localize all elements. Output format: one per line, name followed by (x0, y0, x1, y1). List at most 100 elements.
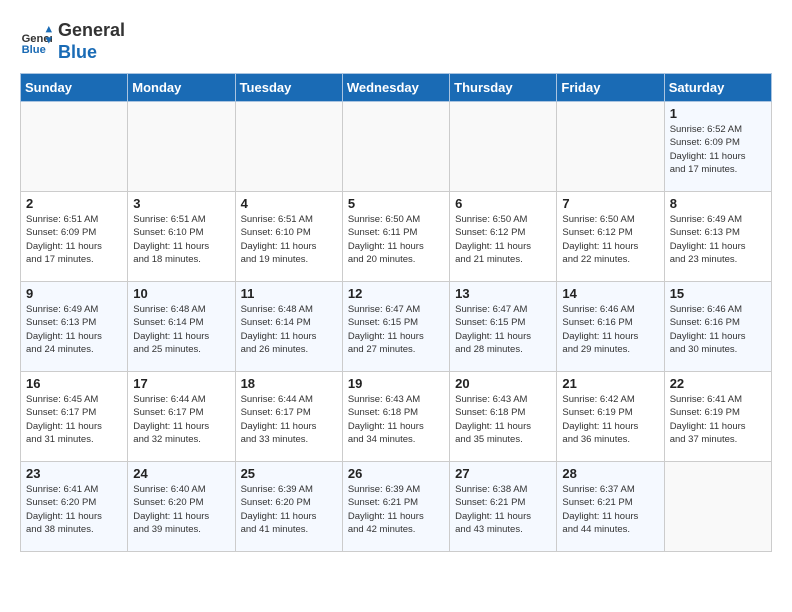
day-number: 16 (26, 376, 122, 391)
day-info: Sunrise: 6:45 AM Sunset: 6:17 PM Dayligh… (26, 393, 122, 446)
calendar-cell: 24 Sunrise: 6:40 AM Sunset: 6:20 PM Dayli… (128, 462, 235, 552)
calendar-cell: 17 Sunrise: 6:44 AM Sunset: 6:17 PM Dayli… (128, 372, 235, 462)
calendar-cell (128, 102, 235, 192)
day-number: 27 (455, 466, 551, 481)
calendar-cell: 14 Sunrise: 6:46 AM Sunset: 6:16 PM Dayli… (557, 282, 664, 372)
calendar-cell (235, 102, 342, 192)
day-number: 15 (670, 286, 766, 301)
day-info: Sunrise: 6:51 AM Sunset: 6:09 PM Dayligh… (26, 213, 122, 266)
calendar-cell: 7 Sunrise: 6:50 AM Sunset: 6:12 PM Daylig… (557, 192, 664, 282)
calendar-cell: 21 Sunrise: 6:42 AM Sunset: 6:19 PM Dayli… (557, 372, 664, 462)
day-number: 7 (562, 196, 658, 211)
day-info: Sunrise: 6:50 AM Sunset: 6:12 PM Dayligh… (455, 213, 551, 266)
calendar-cell (21, 102, 128, 192)
day-number: 13 (455, 286, 551, 301)
day-number: 11 (241, 286, 337, 301)
day-info: Sunrise: 6:37 AM Sunset: 6:21 PM Dayligh… (562, 483, 658, 536)
header-day-friday: Friday (557, 74, 664, 102)
day-info: Sunrise: 6:51 AM Sunset: 6:10 PM Dayligh… (241, 213, 337, 266)
day-number: 1 (670, 106, 766, 121)
calendar-cell (450, 102, 557, 192)
calendar-cell: 23 Sunrise: 6:41 AM Sunset: 6:20 PM Dayli… (21, 462, 128, 552)
calendar-cell: 5 Sunrise: 6:50 AM Sunset: 6:11 PM Daylig… (342, 192, 449, 282)
day-info: Sunrise: 6:41 AM Sunset: 6:20 PM Dayligh… (26, 483, 122, 536)
calendar-week-0: 1 Sunrise: 6:52 AM Sunset: 6:09 PM Daylig… (21, 102, 772, 192)
calendar-cell (664, 462, 771, 552)
calendar-cell: 18 Sunrise: 6:44 AM Sunset: 6:17 PM Dayli… (235, 372, 342, 462)
day-info: Sunrise: 6:50 AM Sunset: 6:11 PM Dayligh… (348, 213, 444, 266)
day-number: 9 (26, 286, 122, 301)
day-number: 6 (455, 196, 551, 211)
calendar-cell: 3 Sunrise: 6:51 AM Sunset: 6:10 PM Daylig… (128, 192, 235, 282)
day-number: 26 (348, 466, 444, 481)
day-info: Sunrise: 6:47 AM Sunset: 6:15 PM Dayligh… (348, 303, 444, 356)
calendar-cell (342, 102, 449, 192)
calendar-cell: 12 Sunrise: 6:47 AM Sunset: 6:15 PM Dayli… (342, 282, 449, 372)
calendar-table: SundayMondayTuesdayWednesdayThursdayFrid… (20, 73, 772, 552)
calendar-cell: 25 Sunrise: 6:39 AM Sunset: 6:20 PM Dayli… (235, 462, 342, 552)
header-day-monday: Monday (128, 74, 235, 102)
day-number: 14 (562, 286, 658, 301)
header-day-tuesday: Tuesday (235, 74, 342, 102)
day-number: 4 (241, 196, 337, 211)
day-number: 21 (562, 376, 658, 391)
svg-text:Blue: Blue (22, 44, 46, 56)
day-number: 3 (133, 196, 229, 211)
day-info: Sunrise: 6:49 AM Sunset: 6:13 PM Dayligh… (670, 213, 766, 266)
header-day-thursday: Thursday (450, 74, 557, 102)
logo-icon: General Blue (20, 26, 52, 58)
calendar-cell: 9 Sunrise: 6:49 AM Sunset: 6:13 PM Daylig… (21, 282, 128, 372)
day-info: Sunrise: 6:42 AM Sunset: 6:19 PM Dayligh… (562, 393, 658, 446)
calendar-cell (557, 102, 664, 192)
day-info: Sunrise: 6:38 AM Sunset: 6:21 PM Dayligh… (455, 483, 551, 536)
day-info: Sunrise: 6:48 AM Sunset: 6:14 PM Dayligh… (133, 303, 229, 356)
day-number: 23 (26, 466, 122, 481)
header-day-wednesday: Wednesday (342, 74, 449, 102)
calendar-cell: 2Sunrise: 6:51 AM Sunset: 6:09 PM Daylig… (21, 192, 128, 282)
calendar-week-1: 2Sunrise: 6:51 AM Sunset: 6:09 PM Daylig… (21, 192, 772, 282)
day-info: Sunrise: 6:44 AM Sunset: 6:17 PM Dayligh… (133, 393, 229, 446)
calendar-cell: 15Sunrise: 6:46 AM Sunset: 6:16 PM Dayli… (664, 282, 771, 372)
day-number: 17 (133, 376, 229, 391)
day-number: 24 (133, 466, 229, 481)
calendar-cell: 6 Sunrise: 6:50 AM Sunset: 6:12 PM Daylig… (450, 192, 557, 282)
day-number: 19 (348, 376, 444, 391)
day-info: Sunrise: 6:40 AM Sunset: 6:20 PM Dayligh… (133, 483, 229, 536)
logo: General Blue General Blue (20, 20, 125, 63)
day-number: 5 (348, 196, 444, 211)
day-number: 18 (241, 376, 337, 391)
day-info: Sunrise: 6:43 AM Sunset: 6:18 PM Dayligh… (348, 393, 444, 446)
calendar-cell: 27 Sunrise: 6:38 AM Sunset: 6:21 PM Dayli… (450, 462, 557, 552)
day-info: Sunrise: 6:41 AM Sunset: 6:19 PM Dayligh… (670, 393, 766, 446)
calendar-cell: 26 Sunrise: 6:39 AM Sunset: 6:21 PM Dayli… (342, 462, 449, 552)
day-info: Sunrise: 6:43 AM Sunset: 6:18 PM Dayligh… (455, 393, 551, 446)
day-number: 25 (241, 466, 337, 481)
calendar-cell: 20 Sunrise: 6:43 AM Sunset: 6:18 PM Dayli… (450, 372, 557, 462)
day-info: Sunrise: 6:44 AM Sunset: 6:17 PM Dayligh… (241, 393, 337, 446)
day-info: Sunrise: 6:47 AM Sunset: 6:15 PM Dayligh… (455, 303, 551, 356)
calendar-cell: 28 Sunrise: 6:37 AM Sunset: 6:21 PM Dayli… (557, 462, 664, 552)
calendar-cell: 19 Sunrise: 6:43 AM Sunset: 6:18 PM Dayli… (342, 372, 449, 462)
day-info: Sunrise: 6:39 AM Sunset: 6:20 PM Dayligh… (241, 483, 337, 536)
calendar-cell: 8 Sunrise: 6:49 AM Sunset: 6:13 PM Daylig… (664, 192, 771, 282)
day-info: Sunrise: 6:46 AM Sunset: 6:16 PM Dayligh… (562, 303, 658, 356)
day-info: Sunrise: 6:52 AM Sunset: 6:09 PM Dayligh… (670, 123, 766, 176)
calendar-cell: 10Sunrise: 6:48 AM Sunset: 6:14 PM Dayli… (128, 282, 235, 372)
day-number: 28 (562, 466, 658, 481)
calendar-cell: 22Sunrise: 6:41 AM Sunset: 6:19 PM Dayli… (664, 372, 771, 462)
calendar-cell: 16 Sunrise: 6:45 AM Sunset: 6:17 PM Dayli… (21, 372, 128, 462)
calendar-week-4: 23 Sunrise: 6:41 AM Sunset: 6:20 PM Dayli… (21, 462, 772, 552)
calendar-week-3: 16 Sunrise: 6:45 AM Sunset: 6:17 PM Dayli… (21, 372, 772, 462)
day-number: 20 (455, 376, 551, 391)
day-info: Sunrise: 6:49 AM Sunset: 6:13 PM Dayligh… (26, 303, 122, 356)
day-info: Sunrise: 6:48 AM Sunset: 6:14 PM Dayligh… (241, 303, 337, 356)
calendar-cell: 4 Sunrise: 6:51 AM Sunset: 6:10 PM Daylig… (235, 192, 342, 282)
day-info: Sunrise: 6:39 AM Sunset: 6:21 PM Dayligh… (348, 483, 444, 536)
calendar-week-2: 9 Sunrise: 6:49 AM Sunset: 6:13 PM Daylig… (21, 282, 772, 372)
header-day-sunday: Sunday (21, 74, 128, 102)
calendar-cell: 1 Sunrise: 6:52 AM Sunset: 6:09 PM Daylig… (664, 102, 771, 192)
day-info: Sunrise: 6:50 AM Sunset: 6:12 PM Dayligh… (562, 213, 658, 266)
day-number: 8 (670, 196, 766, 211)
day-info: Sunrise: 6:51 AM Sunset: 6:10 PM Dayligh… (133, 213, 229, 266)
day-number: 12 (348, 286, 444, 301)
